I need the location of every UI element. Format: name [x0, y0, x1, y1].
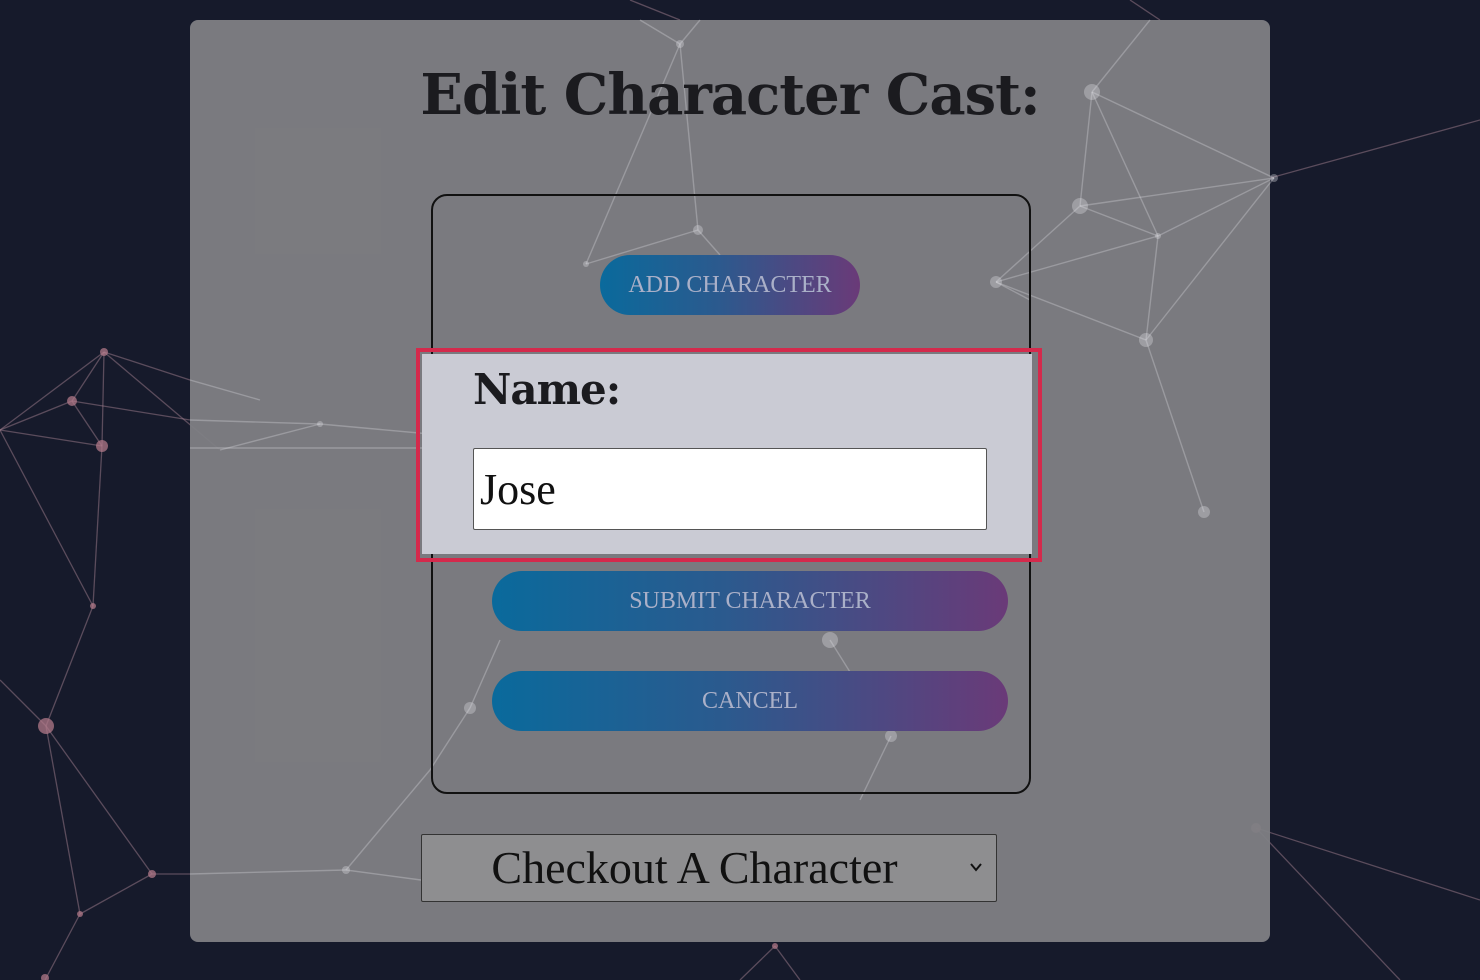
cancel-button[interactable]: CANCEL — [492, 671, 1008, 731]
submit-character-button[interactable]: SUBMIT CHARACTER — [492, 571, 1008, 631]
checkout-selected-value: Checkout A Character — [491, 842, 898, 893]
page-content: Edit Character Cast: ADD CHARACTER Name:… — [0, 0, 1480, 980]
page-title: Edit Character Cast: — [420, 62, 1040, 128]
add-character-button[interactable]: ADD CHARACTER — [600, 255, 860, 315]
name-input[interactable] — [473, 448, 987, 530]
checkout-character-select[interactable]: Checkout A Character — [421, 834, 997, 902]
name-label: Name: — [473, 365, 621, 414]
chevron-down-icon — [970, 863, 982, 872]
